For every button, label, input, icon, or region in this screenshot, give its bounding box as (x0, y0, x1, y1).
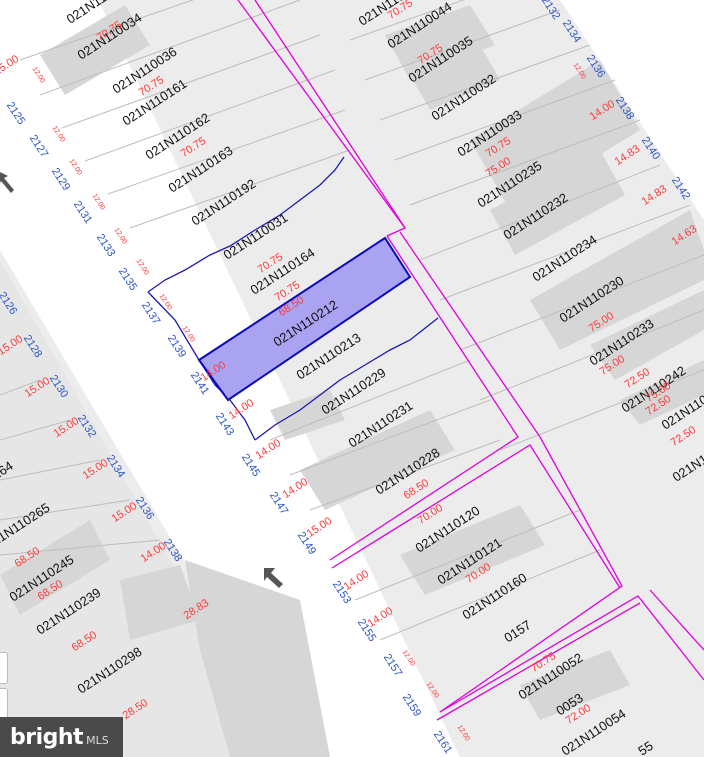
bright-mls-logo: bright MLS (0, 717, 123, 757)
parcel-map[interactable]: 021N110034021N110036021N110161021N110162… (0, 0, 704, 757)
zoom-out-button[interactable] (0, 688, 8, 720)
zoom-in-button[interactable] (0, 652, 8, 684)
logo-suffix: MLS (86, 733, 109, 747)
logo-brand: bright (10, 724, 84, 750)
